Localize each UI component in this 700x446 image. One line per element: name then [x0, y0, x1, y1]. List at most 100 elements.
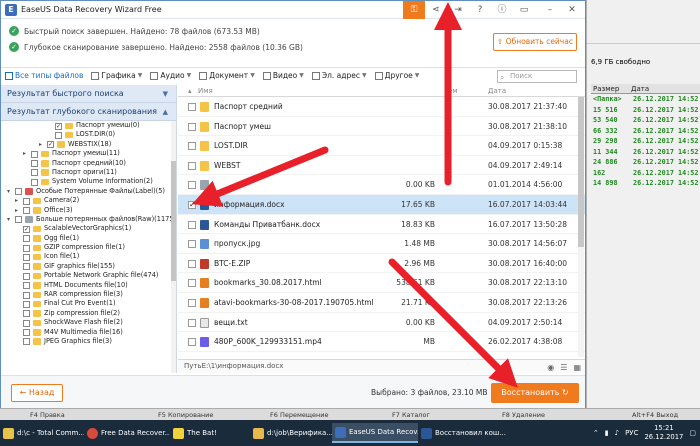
tree-checkbox[interactable] — [23, 197, 30, 205]
file-checkbox[interactable] — [188, 338, 196, 347]
file-checkbox[interactable] — [188, 122, 196, 131]
file-checkbox[interactable] — [188, 318, 196, 327]
fkey-altf4[interactable]: Alt+F4 Выход — [632, 411, 678, 419]
category-quick-scan[interactable]: Результат быстрого поиска ▼ — [1, 85, 176, 103]
file-checkbox[interactable] — [188, 181, 196, 190]
expand-icon[interactable]: ▸ — [23, 149, 26, 158]
tree-node[interactable]: ▸ Паспорт умеиш(11) — [1, 149, 176, 158]
list-view-icon[interactable]: ☰ — [560, 361, 567, 374]
bg-file-row[interactable]: 66 332 26.12.2017 14:52 — [591, 127, 700, 138]
bg-file-row[interactable]: 29 298 26.12.2017 14:52 — [591, 137, 700, 148]
preview-icon[interactable]: ◉ — [547, 361, 554, 374]
file-checkbox[interactable] — [188, 103, 196, 111]
help-icon[interactable]: ? — [469, 1, 491, 19]
file-row[interactable]: вещи.txt 0.00 KB 04.09.2017 2:50:14 — [178, 313, 585, 333]
tree-node[interactable]: Final Cut Pro Event(1) — [1, 299, 176, 308]
expand-icon[interactable]: ▸ — [15, 206, 18, 215]
file-row[interactable]: Паспорт средний 30.08.2017 21:37:40 — [178, 97, 585, 117]
tree-checkbox[interactable] — [23, 207, 30, 215]
share-icon[interactable]: ⋖ — [425, 1, 447, 19]
bg-file-row[interactable]: 24 886 26.12.2017 14:52 — [591, 158, 700, 169]
expand-icon[interactable]: ▸ — [15, 196, 18, 205]
tree-node[interactable]: ▾ Больше потерянных файлов(Raw)(1175) — [1, 215, 176, 224]
file-checkbox[interactable]: ✓ — [188, 200, 196, 209]
col-name[interactable]: Имя — [198, 87, 213, 95]
file-row[interactable]: 480P_600K_129933151.mp4 MB 26.02.2017 4:38… — [178, 332, 585, 352]
file-checkbox[interactable] — [188, 161, 196, 170]
file-row[interactable]: bookmarks_30.08.2017.html 538.61 KB 30.08.… — [178, 273, 585, 293]
file-checkbox[interactable] — [188, 259, 196, 268]
file-row[interactable]: BTC-E.ZIP 2.96 MB 30.08.2017 16:40:00 — [178, 254, 585, 274]
file-checkbox[interactable] — [188, 220, 196, 229]
tree-checkbox[interactable] — [23, 291, 30, 299]
tree-checkbox[interactable] — [15, 216, 22, 224]
tree-node[interactable]: RAR compression file(3) — [1, 290, 176, 299]
fkey-f4[interactable]: F4 Правка — [30, 411, 65, 419]
file-row[interactable]: 0.00 KB 01.01.2014 4:56:00 — [178, 175, 585, 195]
update-now-button[interactable]: ⇧ Обновить сейчас — [493, 33, 577, 51]
bg-file-row[interactable]: <Папка> 26.12.2017 14:52 — [591, 95, 700, 106]
bg-file-row[interactable]: 15 516 26.12.2017 14:52 — [591, 106, 700, 117]
file-checkbox[interactable] — [188, 240, 196, 249]
bg-file-row[interactable]: 162 26.12.2017 14:52 — [591, 169, 700, 180]
tree-checkbox[interactable] — [23, 263, 30, 271]
right-scroll-thumb[interactable] — [578, 97, 584, 247]
left-scroll-thumb[interactable] — [171, 161, 176, 281]
tree-node[interactable]: Icon file(1) — [1, 252, 176, 261]
tree-checkbox[interactable] — [23, 319, 30, 327]
info-icon[interactable]: ⓘ — [491, 1, 513, 19]
minimize-icon[interactable]: – — [539, 1, 561, 19]
tree-node[interactable]: ▸ Camera(2) — [1, 196, 176, 205]
tree-checkbox[interactable] — [23, 310, 30, 318]
expand-icon[interactable]: ▸ — [39, 140, 42, 149]
bg-col-size[interactable]: Размер — [593, 85, 619, 93]
tree-node[interactable]: ▸ Office(3) — [1, 206, 176, 215]
right-scrollbar[interactable] — [578, 97, 584, 357]
file-row[interactable]: WEBST 04.09.2017 2:49:14 — [178, 156, 585, 176]
tree-checkbox[interactable]: ✓ — [23, 225, 30, 233]
tree-checkbox[interactable] — [23, 329, 30, 337]
taskbar-browser[interactable]: Free Data Recover... — [84, 423, 170, 443]
file-row[interactable]: atavi-bookmarks-30-08-2017.190705.html 21… — [178, 293, 585, 313]
filter-video[interactable]: Видео ▼ — [259, 71, 308, 80]
filter-other[interactable]: Другое ▼ — [371, 71, 424, 80]
file-row[interactable]: Паспорт умеш 30.08.2017 21:38:10 — [178, 117, 585, 137]
fkey-f7[interactable]: F7 Каталог — [392, 411, 430, 419]
tree-checkbox[interactable] — [15, 188, 22, 196]
filter-document[interactable]: Документ ▼ — [195, 71, 259, 80]
tree-checkbox[interactable]: ✓ — [55, 122, 62, 130]
back-button[interactable]: ← Назад — [11, 384, 63, 402]
recover-button[interactable]: Восстановить ↻ — [491, 383, 579, 403]
tree-checkbox[interactable] — [23, 244, 30, 252]
file-row[interactable]: ✓ информация.docx 17.65 KB 16.07.2017 14:03… — [178, 194, 585, 215]
filter-graphics[interactable]: Графика ▼ — [87, 71, 146, 80]
taskbar-thebat[interactable]: The Bat! — [170, 423, 250, 443]
tree-node[interactable]: ▾ Особые Потерянные Файлы(Label)(5) — [1, 187, 176, 196]
taskbar-total-commander[interactable]: d:\c - Total Comm... — [0, 423, 84, 443]
col-date[interactable]: Дата — [488, 87, 506, 95]
filter-email[interactable]: Эл. адрес ▼ — [308, 71, 371, 80]
tree-checkbox[interactable] — [23, 235, 30, 243]
bg-file-row[interactable]: 53 540 26.12.2017 14:52 — [591, 116, 700, 127]
bg-col-date[interactable]: Дата — [631, 85, 649, 93]
tree-node[interactable]: JPEG Graphics file(3) — [1, 337, 176, 346]
taskbar-explorer[interactable]: d:\job\Верифика... — [250, 423, 332, 443]
expand-icon[interactable]: ▾ — [7, 187, 10, 196]
tree-node[interactable]: HTML Documents file(10) — [1, 281, 176, 290]
tree-node[interactable]: ✓ ScalableVectorGraphics(1) — [1, 224, 176, 233]
tree-checkbox[interactable] — [31, 160, 38, 168]
tree-checkbox[interactable] — [23, 300, 30, 308]
tree-node[interactable]: System Volume Information(2) — [1, 177, 176, 186]
grid-view-icon[interactable]: ▦ — [573, 361, 581, 374]
tree-checkbox[interactable] — [23, 253, 30, 261]
tree-node[interactable]: Zip compression file(2) — [1, 309, 176, 318]
tree-checkbox[interactable] — [31, 150, 38, 158]
col-size-partial[interactable]: ем — [448, 87, 458, 95]
filter-all[interactable]: Все типы файлов — [1, 71, 87, 80]
tree-node[interactable]: Ogg file(1) — [1, 234, 176, 243]
tree-checkbox[interactable] — [23, 282, 30, 290]
tray-arrow-icon[interactable]: ⌃ — [593, 429, 599, 437]
tree-node[interactable]: Portable Network Graphic file(474) — [1, 271, 176, 280]
tree-checkbox[interactable] — [31, 178, 38, 186]
file-row[interactable]: LOST.DIR 04.09.2017 0:15:38 — [178, 136, 585, 156]
